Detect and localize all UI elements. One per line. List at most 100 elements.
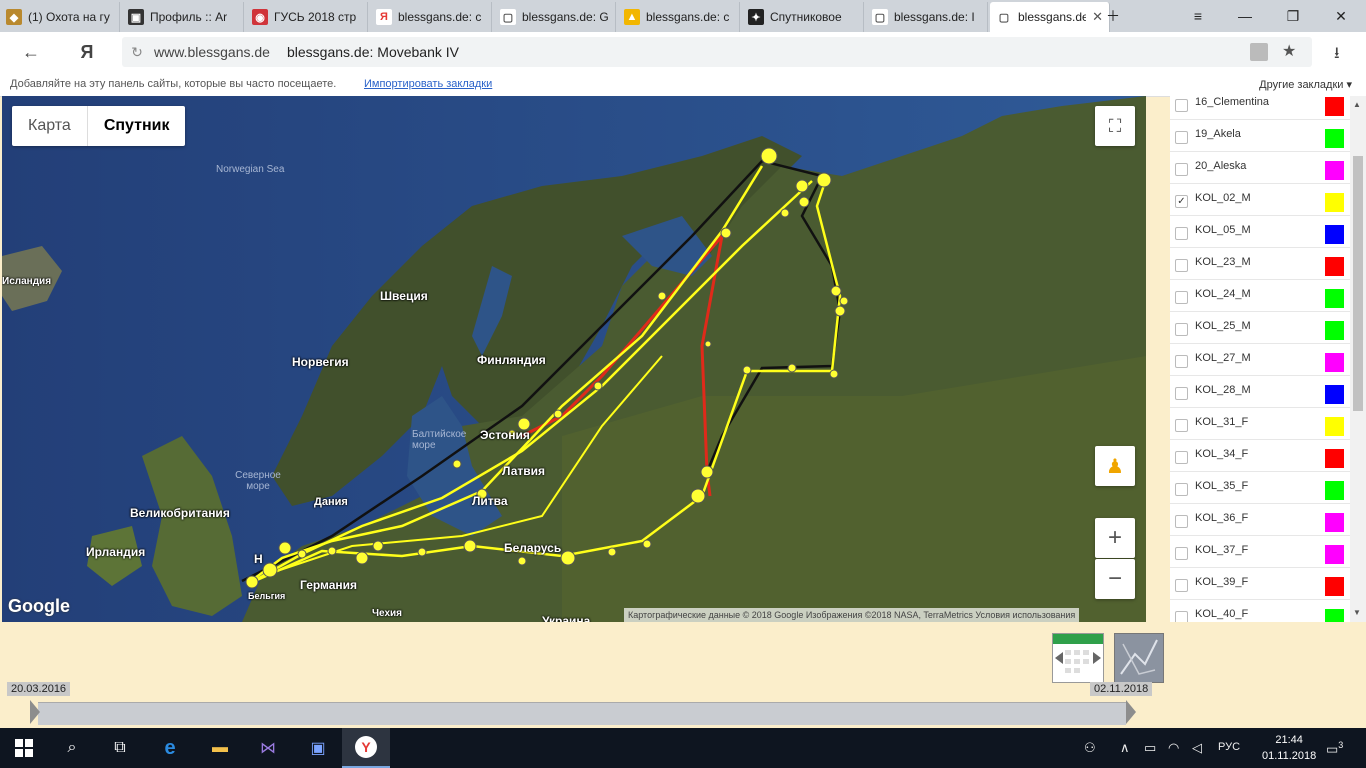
bird-checkbox[interactable] xyxy=(1175,483,1188,496)
bird-color-swatch xyxy=(1325,481,1344,500)
tab-6[interactable]: ▲ blessgans.de: c xyxy=(618,2,740,32)
yandex-logo-icon[interactable]: Я xyxy=(72,38,102,66)
bird-row[interactable]: 19_Akela xyxy=(1170,122,1350,152)
scroll-up-icon[interactable]: ▲ xyxy=(1353,100,1361,109)
timeline-end-handle[interactable] xyxy=(1126,700,1136,724)
pegman-icon[interactable]: ♟ xyxy=(1095,446,1135,486)
other-bookmarks[interactable]: Другие закладки ▾ xyxy=(1259,78,1352,91)
people-icon[interactable]: ⚇ xyxy=(1084,740,1096,756)
bird-checkbox[interactable] xyxy=(1175,323,1188,336)
restore-button[interactable]: ❐ xyxy=(1270,0,1316,32)
bird-row[interactable]: KOL_35_F xyxy=(1170,474,1350,504)
close-window-button[interactable]: ✕ xyxy=(1318,0,1364,32)
bird-checkbox[interactable] xyxy=(1175,227,1188,240)
menu-icon[interactable]: ≡ xyxy=(1175,0,1221,32)
tab-2[interactable]: ▣ Профиль :: Ar xyxy=(122,2,244,32)
omnibox[interactable]: ↻ www.blessgans.de blessgans.de: Moveban… xyxy=(122,37,1312,67)
tab-8[interactable]: ▢ blessgans.de: I xyxy=(866,2,988,32)
bird-checkbox[interactable] xyxy=(1175,99,1188,112)
file-explorer-icon[interactable]: ▬ xyxy=(196,728,244,768)
czech-label: Чехия xyxy=(372,608,402,619)
calendar-icon[interactable] xyxy=(1052,633,1104,683)
bird-checkbox[interactable] xyxy=(1175,611,1188,622)
bird-checkbox[interactable] xyxy=(1175,131,1188,144)
bird-name: KOL_36_F xyxy=(1195,512,1249,524)
tab-7[interactable]: ✦ Спутниковое xyxy=(742,2,864,32)
timeline-start-handle[interactable] xyxy=(30,700,40,724)
map-view[interactable]: Карта Спутник ⛶ ♟ + − Norwegian Sea Исла… xyxy=(2,96,1146,622)
map-view-button[interactable]: Карта xyxy=(12,106,87,146)
url-domain: www.blessgans.de xyxy=(154,44,270,60)
tab-4[interactable]: Яblessgans.de: c xyxy=(370,2,492,32)
bird-row[interactable]: KOL_05_M xyxy=(1170,218,1350,248)
bird-checkbox[interactable] xyxy=(1175,547,1188,560)
bird-checkbox[interactable] xyxy=(1175,163,1188,176)
minimize-button[interactable]: — xyxy=(1222,0,1268,32)
bird-checkbox[interactable] xyxy=(1175,387,1188,400)
reload-icon[interactable]: ↻ xyxy=(128,43,146,61)
bird-row[interactable]: KOL_25_M xyxy=(1170,314,1350,344)
save-app-icon[interactable]: ▣ xyxy=(294,728,342,768)
bird-list-scrollbar[interactable]: ▲ ▼ xyxy=(1350,96,1366,622)
satellite-view-button[interactable]: Спутник xyxy=(86,106,186,146)
timeline-slider[interactable] xyxy=(38,702,1126,725)
bird-row[interactable]: KOL_37_F xyxy=(1170,538,1350,568)
edge-icon[interactable]: e xyxy=(146,728,194,768)
bird-checkbox[interactable] xyxy=(1175,291,1188,304)
satellite-thumbnail xyxy=(1115,634,1163,682)
zoom-out-button[interactable]: − xyxy=(1095,559,1135,599)
map-attribution[interactable]: Картографические данные © 2018 Google Из… xyxy=(624,608,1080,622)
battery-icon[interactable]: ▭ xyxy=(1144,740,1156,756)
scroll-thumb[interactable] xyxy=(1353,156,1363,411)
import-bookmarks-link[interactable]: Импортировать закладки xyxy=(364,78,492,90)
tray-chevron-icon[interactable]: ∧ xyxy=(1120,740,1130,756)
satellite-layer-icon[interactable] xyxy=(1114,633,1164,683)
tab-1[interactable]: ◆ (1) Охота на гу xyxy=(0,2,120,32)
download-icon[interactable]: ⭳ xyxy=(1334,42,1340,69)
windows-start-icon[interactable] xyxy=(0,728,48,768)
bird-row[interactable]: 20_Aleska xyxy=(1170,154,1350,184)
fullscreen-icon[interactable]: ⛶ xyxy=(1095,106,1135,146)
bird-row[interactable]: KOL_27_M xyxy=(1170,346,1350,376)
sweden-label: Швеция xyxy=(380,289,428,303)
bird-name: 19_Akela xyxy=(1195,128,1241,140)
bird-checkbox[interactable] xyxy=(1175,451,1188,464)
bird-row[interactable]: KOL_39_F xyxy=(1170,570,1350,600)
bird-row[interactable]: ✓ KOL_02_M xyxy=(1170,186,1350,216)
tab-3[interactable]: ◉ ГУСЬ 2018 стр xyxy=(246,2,368,32)
bird-row[interactable]: KOL_40_F xyxy=(1170,602,1350,622)
bird-checkbox[interactable] xyxy=(1175,355,1188,368)
bird-row[interactable]: KOL_31_F xyxy=(1170,410,1350,440)
zoom-in-button[interactable]: + xyxy=(1095,518,1135,558)
bird-row[interactable]: KOL_36_F xyxy=(1170,506,1350,536)
bird-checkbox[interactable] xyxy=(1175,259,1188,272)
volume-icon[interactable]: ◁ xyxy=(1192,740,1202,756)
bird-row[interactable]: KOL_28_M xyxy=(1170,378,1350,408)
tab-5[interactable]: ▢ blessgans.de: G xyxy=(494,2,616,32)
notifications-icon[interactable]: ▭3 xyxy=(1326,740,1343,757)
task-view-icon[interactable]: ⧉ xyxy=(96,728,144,768)
search-icon[interactable]: ⌕ xyxy=(48,728,96,768)
bird-row[interactable]: KOL_34_F xyxy=(1170,442,1350,472)
language-indicator[interactable]: РУС xyxy=(1218,741,1240,753)
tab-title: Спутниковое xyxy=(770,10,842,24)
yandex-browser-icon[interactable]: Y xyxy=(342,728,390,768)
scroll-down-icon[interactable]: ▼ xyxy=(1353,608,1361,617)
bird-row[interactable]: KOL_23_M xyxy=(1170,250,1350,280)
wifi-icon[interactable]: ◠ xyxy=(1168,740,1179,756)
back-arrow-icon[interactable]: ← xyxy=(16,38,46,66)
bookmark-star-icon[interactable]: ★ xyxy=(1282,41,1296,61)
tab-title: Профиль :: Ar xyxy=(150,10,228,24)
new-tab-button[interactable]: ＋ xyxy=(1090,0,1136,32)
clock[interactable]: 21:44 01.11.2018 xyxy=(1262,732,1316,764)
visual-studio-icon[interactable]: ⋈ xyxy=(244,728,292,768)
bird-checkbox[interactable] xyxy=(1175,419,1188,432)
bird-row[interactable]: KOL_24_M xyxy=(1170,282,1350,312)
bird-checkbox[interactable] xyxy=(1175,515,1188,528)
bird-checkbox[interactable]: ✓ xyxy=(1175,195,1188,208)
bird-row[interactable]: 16_Clementina xyxy=(1170,96,1350,120)
belarus-label: Беларусь xyxy=(504,541,562,555)
bird-checkbox[interactable] xyxy=(1175,579,1188,592)
reader-icon[interactable] xyxy=(1250,43,1268,61)
tab-title: blessgans.de: c xyxy=(398,10,482,24)
